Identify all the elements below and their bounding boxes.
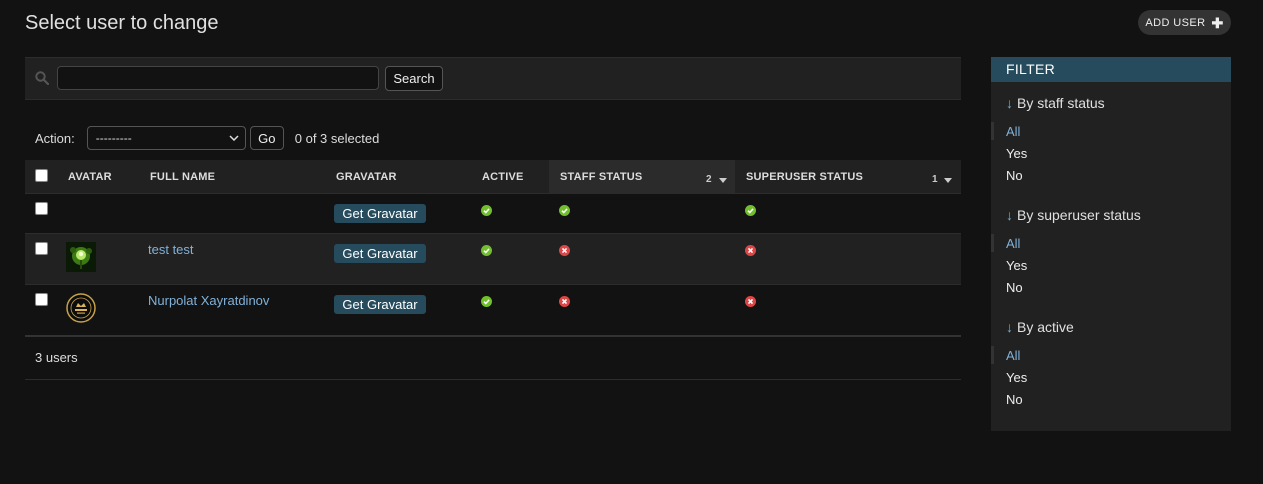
- table-bottom-border: [25, 335, 961, 337]
- sort-priority-superuser: 1: [932, 174, 938, 185]
- filter-group-title: ↓ By superuser status: [1006, 207, 1141, 223]
- col-gravatar[interactable]: GRAVATAR: [336, 171, 397, 183]
- table-row: Nurpolat Xayratdinov Get Gravatar: [25, 285, 961, 336]
- no-icon: [745, 245, 756, 256]
- filter-selected-bar: [991, 346, 994, 364]
- search-input[interactable]: [57, 66, 379, 90]
- row-checkbox[interactable]: [35, 293, 48, 306]
- yes-icon: [745, 205, 756, 216]
- col-full-name[interactable]: FULL NAME: [150, 171, 215, 183]
- add-user-label: ADD USER: [1145, 16, 1206, 29]
- filter-option-no[interactable]: No: [1006, 280, 1023, 295]
- no-icon: [559, 245, 570, 256]
- col-staff-status[interactable]: STAFF STATUS: [560, 171, 642, 183]
- yes-icon: [481, 296, 492, 307]
- filter-option-no[interactable]: No: [1006, 168, 1023, 183]
- filter-panel: FILTER ↓ By staff status All Yes No ↓ By s…: [991, 57, 1231, 431]
- row-checkbox[interactable]: [35, 242, 48, 255]
- arrow-down-icon[interactable]: ↓: [1006, 95, 1013, 111]
- filter-option-yes[interactable]: Yes: [1006, 146, 1027, 161]
- filter-option-all[interactable]: All: [1006, 236, 1020, 251]
- get-gravatar-button[interactable]: Get Gravatar: [334, 244, 426, 263]
- table-row: Get Gravatar: [25, 194, 961, 234]
- user-name-link[interactable]: Nurpolat Xayratdinov: [148, 293, 269, 308]
- sort-priority-staff: 2: [706, 174, 712, 185]
- search-icon: [35, 71, 49, 85]
- avatar: [66, 242, 96, 272]
- selected-count: 0 of 3 selected: [294, 130, 380, 146]
- sort-desc-icon[interactable]: [719, 178, 727, 183]
- action-select[interactable]: ---------: [86, 126, 246, 150]
- action-bar: Action: --------- Go 0 of 3 selected: [35, 126, 379, 150]
- no-icon: [559, 296, 570, 307]
- filter-title: FILTER: [991, 57, 1231, 82]
- row-checkbox[interactable]: [35, 202, 48, 215]
- search-button[interactable]: Search: [385, 66, 443, 91]
- go-button[interactable]: Go: [249, 126, 284, 150]
- no-icon: [745, 296, 756, 307]
- yes-icon: [481, 205, 492, 216]
- plus-icon: ✚: [1211, 14, 1224, 31]
- filter-selected-bar: [991, 122, 994, 140]
- filter-option-yes[interactable]: Yes: [1006, 370, 1027, 385]
- arrow-down-icon[interactable]: ↓: [1006, 207, 1013, 223]
- filter-group-title: ↓ By active: [1006, 319, 1074, 335]
- col-active[interactable]: ACTIVE: [482, 171, 524, 183]
- filter-group-title: ↓ By staff status: [1006, 95, 1105, 111]
- yes-icon: [481, 245, 492, 256]
- add-user-button[interactable]: ADD USER ✚: [1138, 10, 1231, 35]
- chevron-down-icon: [229, 135, 239, 141]
- get-gravatar-button[interactable]: Get Gravatar: [334, 204, 426, 223]
- select-all-checkbox[interactable]: [35, 169, 48, 182]
- table-row: test test Get Gravatar: [25, 234, 961, 285]
- filter-option-no[interactable]: No: [1006, 392, 1023, 407]
- action-select-value: ---------: [95, 131, 132, 145]
- filter-option-all[interactable]: All: [1006, 348, 1020, 363]
- action-label: Action:: [35, 130, 75, 146]
- page-title: Select user to change: [25, 12, 219, 34]
- table-header: AVATAR FULL NAME GRAVATAR ACTIVE STAFF S…: [25, 160, 961, 194]
- avatar: [66, 293, 96, 323]
- search-bar: Search: [25, 57, 961, 100]
- col-avatar[interactable]: AVATAR: [68, 171, 112, 183]
- filter-option-all[interactable]: All: [1006, 124, 1020, 139]
- sort-desc-icon[interactable]: [944, 178, 952, 183]
- result-count: 3 users: [35, 350, 78, 365]
- footer-divider: [25, 379, 961, 380]
- col-superuser-status[interactable]: SUPERUSER STATUS: [746, 171, 863, 183]
- get-gravatar-button[interactable]: Get Gravatar: [334, 295, 426, 314]
- user-name-link[interactable]: test test: [148, 242, 194, 257]
- filter-selected-bar: [991, 234, 994, 252]
- filter-option-yes[interactable]: Yes: [1006, 258, 1027, 273]
- yes-icon: [559, 205, 570, 216]
- arrow-down-icon[interactable]: ↓: [1006, 319, 1013, 335]
